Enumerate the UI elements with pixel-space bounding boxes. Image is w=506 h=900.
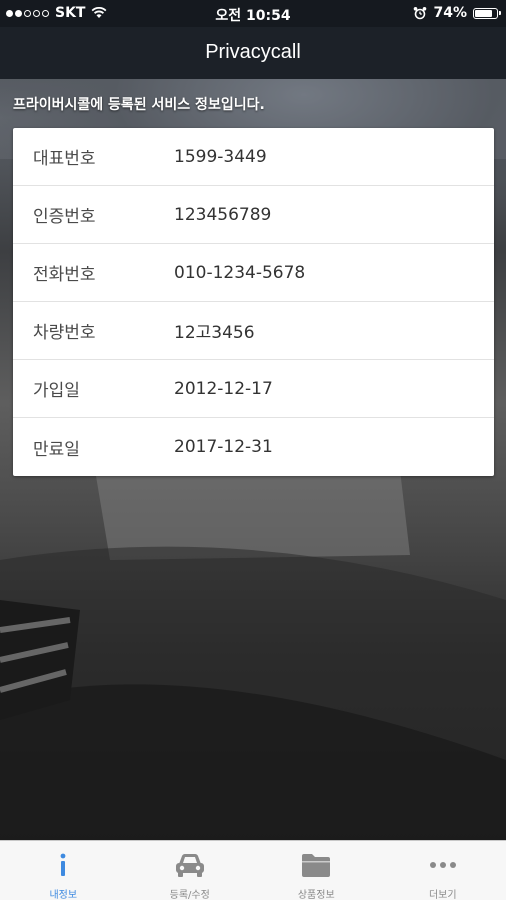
page-title: Privacycall	[205, 41, 301, 63]
info-row-label: 대표번호	[33, 149, 96, 169]
info-row-representative-number: 대표번호 1599-3449	[13, 128, 494, 186]
info-row-value: 010-1234-5678	[174, 262, 306, 283]
tab-bar: 내정보 등록/수정 상품정보 더보기	[0, 840, 506, 900]
folder-icon	[302, 853, 331, 877]
intro-text: 프라이버시콜에 등록된 서비스 정보입니다.	[13, 97, 265, 113]
status-right: 74%	[413, 5, 501, 21]
info-row-value: 2012-12-17	[174, 378, 273, 399]
tab-label: 상품정보	[297, 890, 335, 900]
tab-more[interactable]: 더보기	[380, 841, 506, 900]
info-row-value: 2017-12-31	[174, 437, 273, 457]
service-info-card: 대표번호 1599-3449 인증번호 123456789 전화번호 010-1…	[13, 128, 494, 476]
tab-label: 내정보	[49, 890, 78, 900]
battery-icon	[473, 7, 501, 19]
info-row-value: 123456789	[174, 204, 272, 225]
info-row-auth-number: 인증번호 123456789	[13, 186, 494, 244]
info-row-value: 1599-3449	[174, 146, 267, 167]
info-row-phone-number: 전화번호 010-1234-5678	[13, 244, 494, 302]
info-row-label: 만료일	[33, 439, 80, 460]
navigation-bar: Privacycall	[0, 27, 506, 79]
info-row-label: 전화번호	[33, 265, 96, 285]
info-row-value: 12고3456	[174, 323, 255, 343]
info-icon	[60, 853, 66, 876]
status-bar: SKT 오전 10:54 74%	[0, 0, 506, 27]
info-row-vehicle-number: 차량번호 12고3456	[13, 302, 494, 360]
info-row-label: 인증번호	[33, 207, 96, 227]
car-icon	[175, 853, 204, 877]
tab-label: 더보기	[428, 890, 457, 900]
tab-label: 등록/수정	[169, 890, 210, 900]
battery-percent: 74%	[433, 5, 467, 21]
info-row-join-date: 가입일 2012-12-17	[13, 360, 494, 418]
tab-register-edit[interactable]: 등록/수정	[127, 841, 254, 900]
info-row-label: 차량번호	[33, 323, 96, 343]
tab-product-info[interactable]: 상품정보	[253, 841, 380, 900]
tab-my-info[interactable]: 내정보	[0, 841, 127, 900]
info-row-expiry-date: 만료일 2017-12-31	[13, 418, 494, 476]
alarm-clock-icon	[414, 7, 427, 20]
info-row-label: 가입일	[33, 381, 80, 401]
app-screen: SKT 오전 10:54 74% Privacycall 프라이버시콜에 등록된…	[0, 0, 506, 900]
more-icon	[429, 861, 456, 868]
